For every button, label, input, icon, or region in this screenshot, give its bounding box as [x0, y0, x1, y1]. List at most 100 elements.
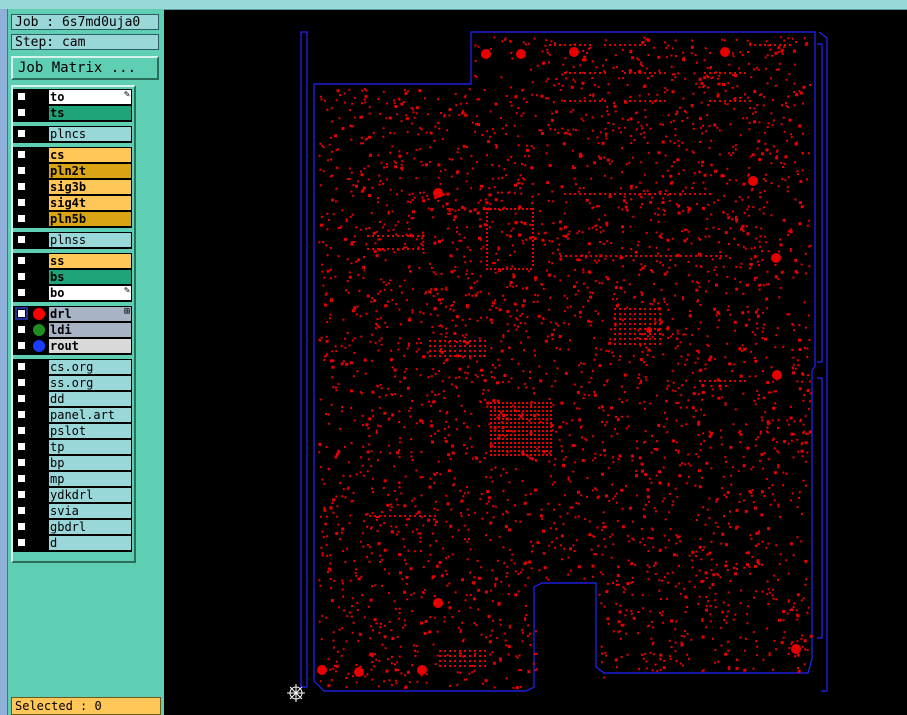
tooling-hole — [417, 665, 427, 675]
layer-checkbox[interactable] — [17, 92, 26, 101]
step-label: Step: cam — [11, 34, 159, 50]
layer-row[interactable]: plnss — [13, 232, 132, 248]
layer-row[interactable]: sig3b — [13, 179, 132, 195]
layer-group-signal: cs pln2t sig3b sig4t pln5b — [13, 147, 132, 228]
layer-row[interactable]: d — [13, 535, 132, 551]
layer-checkbox[interactable] — [17, 442, 26, 451]
layer-checkbox[interactable] — [17, 256, 26, 265]
layer-checkbox[interactable] — [17, 522, 26, 531]
layer-row[interactable]: tp — [13, 439, 132, 455]
layer-row[interactable]: bs — [13, 269, 132, 285]
layer-checkbox[interactable] — [17, 362, 26, 371]
layer-row[interactable]: bo ✎ — [13, 285, 132, 301]
layer-checkbox[interactable] — [17, 394, 26, 403]
layer-row[interactable]: to ✎ — [13, 89, 132, 105]
layer-checkbox[interactable] — [17, 474, 26, 483]
layer-checkbox[interactable] — [17, 490, 26, 499]
layer-checkbox[interactable] — [17, 325, 26, 334]
layer-checkbox[interactable] — [17, 458, 26, 467]
graphics-canvas[interactable] — [164, 10, 907, 715]
sidebar-edge — [0, 9, 8, 715]
layer-label: ss.org — [49, 376, 131, 390]
layer-group-drill: drl ⊞ ldi rout — [13, 306, 132, 355]
tooling-hole — [720, 47, 730, 57]
tooling-hole — [433, 188, 443, 198]
layer-label: plnss — [49, 233, 131, 247]
layer-row[interactable]: gbdrl — [13, 519, 132, 535]
layer-checkbox[interactable] — [17, 288, 26, 297]
layer-checkbox[interactable] — [17, 198, 26, 207]
layer-row[interactable]: cs.org — [13, 359, 132, 375]
layer-label: ss — [49, 254, 131, 268]
layer-symbol-icon: ⊞ — [123, 306, 130, 317]
layer-row[interactable]: ydkdrl — [13, 487, 132, 503]
layer-row[interactable]: pln2t — [13, 163, 132, 179]
tooling-hole — [646, 327, 652, 333]
layer-checkbox[interactable] — [17, 410, 26, 419]
layer-checkbox[interactable] — [17, 182, 26, 191]
tooling-hole — [481, 49, 491, 59]
layer-row[interactable]: bp — [13, 455, 132, 471]
layer-label: gbdrl — [49, 520, 131, 534]
job-matrix-button[interactable]: Job Matrix ... — [11, 56, 159, 80]
layer-checkbox[interactable] — [17, 272, 26, 281]
tooling-hole — [771, 253, 781, 263]
tooling-hole — [791, 644, 801, 654]
display-color-blue-icon[interactable] — [33, 340, 45, 352]
layer-row[interactable]: ts — [13, 105, 132, 121]
layer-label: pln5b — [49, 212, 131, 226]
layer-label: to — [49, 90, 131, 104]
layer-checkbox[interactable] — [17, 235, 26, 244]
layer-checkbox[interactable] — [17, 378, 26, 387]
layer-row[interactable]: ss.org — [13, 375, 132, 391]
layer-checkbox[interactable] — [17, 150, 26, 159]
tooling-hole — [569, 47, 579, 57]
layer-label: pslot — [49, 424, 131, 438]
layer-row[interactable]: dd — [13, 391, 132, 407]
layer-checkbox[interactable] — [17, 426, 26, 435]
layer-label: bs — [49, 270, 131, 284]
right-rail-top — [817, 43, 823, 363]
layer-checkbox[interactable] — [15, 307, 28, 320]
layer-row[interactable]: svia — [13, 503, 132, 519]
layer-group-plane-bottom: plnss — [13, 232, 132, 249]
layer-checkbox[interactable] — [17, 214, 26, 223]
layer-checkbox[interactable] — [17, 129, 26, 138]
selection-status: Selected : 0 — [11, 697, 161, 715]
layer-checkbox[interactable] — [17, 166, 26, 175]
layer-row[interactable]: sig4t — [13, 195, 132, 211]
layer-row[interactable]: pslot — [13, 423, 132, 439]
layer-group-plane-top: plncs — [13, 126, 132, 143]
layer-row[interactable]: rout — [13, 338, 132, 354]
edit-icon: ✎ — [123, 89, 130, 100]
layer-row[interactable]: ss — [13, 253, 132, 269]
tooling-hole — [433, 598, 443, 608]
layer-row[interactable]: drl ⊞ — [13, 306, 132, 322]
layer-checkbox[interactable] — [17, 506, 26, 515]
layer-label: d — [49, 536, 131, 550]
display-color-green-icon[interactable] — [33, 324, 45, 336]
right-rail-bottom — [817, 377, 823, 639]
display-color-red-icon[interactable] — [33, 308, 45, 320]
layer-checkbox[interactable] — [17, 538, 26, 547]
layer-row[interactable]: plncs — [13, 126, 132, 142]
layer-checkbox[interactable] — [17, 341, 26, 350]
layer-label: tp — [49, 440, 131, 454]
tooling-hole — [516, 49, 526, 59]
drill-hit-cloud — [318, 36, 813, 690]
layer-label: plncs — [49, 127, 131, 141]
layer-row[interactable]: mp — [13, 471, 132, 487]
layer-row[interactable]: pln5b — [13, 211, 132, 227]
pcb-board-view[interactable] — [164, 10, 907, 715]
layer-row[interactable]: cs — [13, 147, 132, 163]
layer-row[interactable]: ldi — [13, 322, 132, 338]
tooling-hole — [317, 665, 327, 675]
drill-hits — [318, 36, 813, 690]
layer-label: ts — [49, 106, 131, 120]
layer-group-bottom: ss bs bo ✎ — [13, 253, 132, 302]
layer-label: rout — [49, 339, 131, 353]
layer-checkbox[interactable] — [17, 108, 26, 117]
tooling-hole — [748, 176, 758, 186]
layer-label: bp — [49, 456, 131, 470]
layer-row[interactable]: panel.art — [13, 407, 132, 423]
